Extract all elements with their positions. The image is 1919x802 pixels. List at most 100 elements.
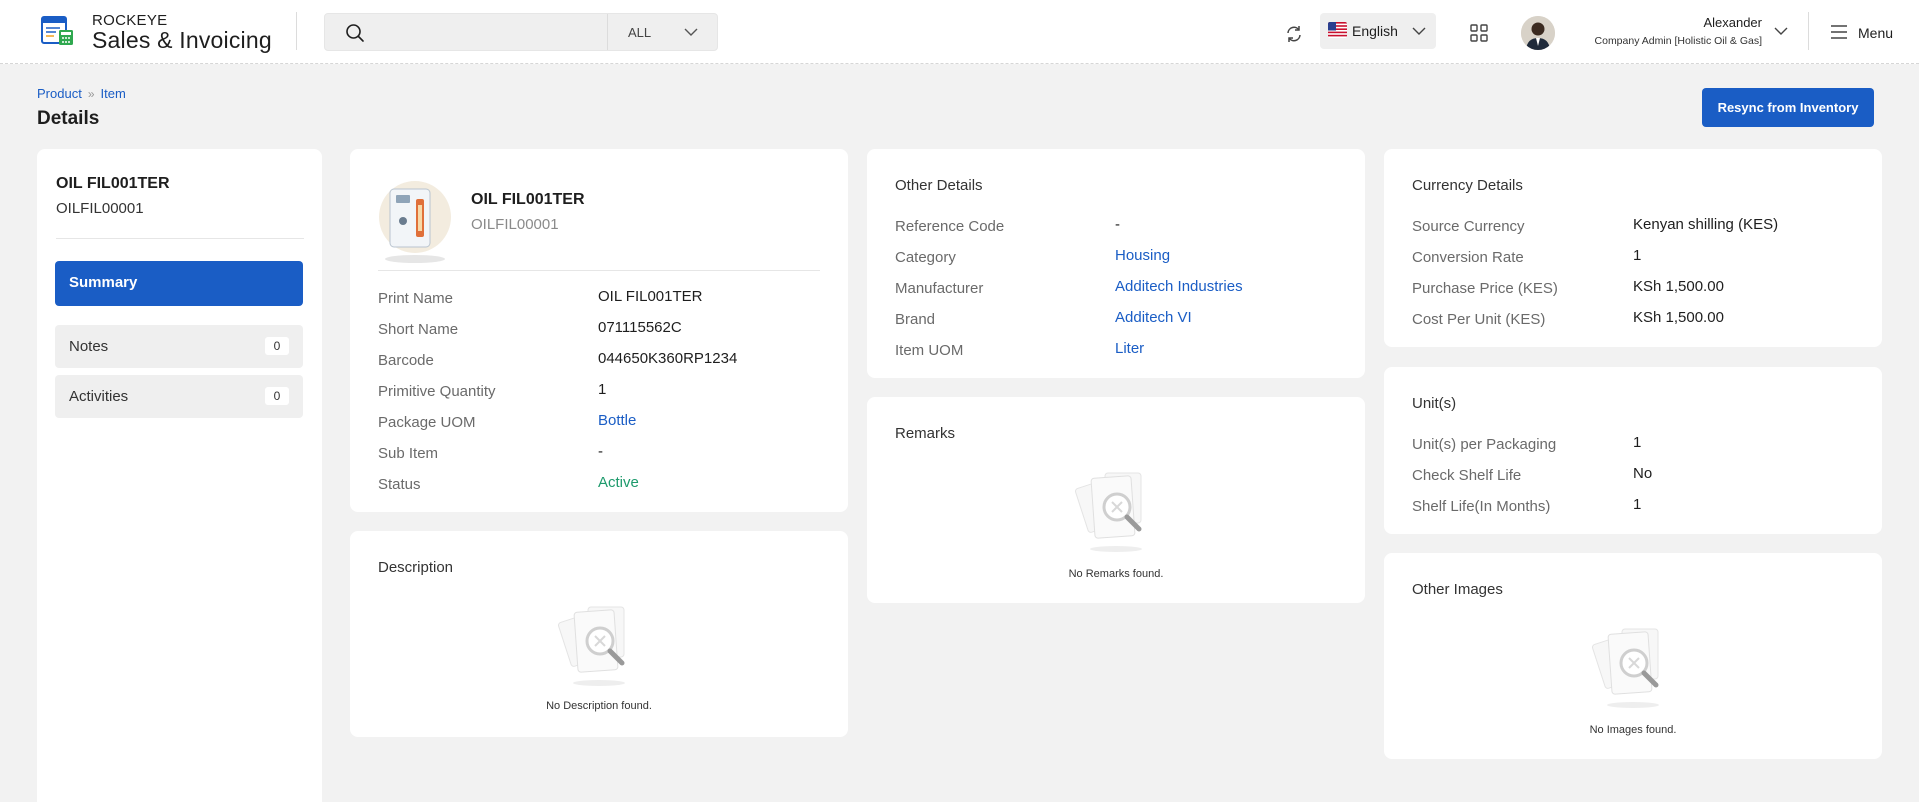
- brand-main-label: Sales & Invoicing: [92, 27, 272, 53]
- conversion-rate-value: 1: [1633, 247, 1642, 264]
- chevron-down-icon: [684, 28, 698, 36]
- item-uom-link[interactable]: Liter: [1115, 340, 1144, 357]
- units-title: Unit(s): [1412, 395, 1457, 412]
- empty-state-icon: [1592, 628, 1659, 708]
- remarks-card: Remarks No Remarks found.: [867, 397, 1365, 603]
- purchase-price-value: KSh 1,500.00: [1633, 278, 1724, 295]
- status-label: Status: [378, 476, 421, 493]
- conversion-rate-label: Conversion Rate: [1412, 249, 1524, 266]
- tab-summary-label: Summary: [69, 274, 138, 291]
- global-search: ALL: [324, 13, 718, 51]
- notes-count-badge: 0: [265, 337, 289, 355]
- user-role: Company Admin [Holistic Oil & Gas]: [1594, 35, 1762, 47]
- empty-state-icon: [1075, 472, 1142, 552]
- print-name-value: OIL FIL001TER: [598, 288, 703, 305]
- other-images-card: Other Images No Images found.: [1384, 553, 1882, 759]
- manufacturer-link[interactable]: Additech Industries: [1115, 278, 1243, 295]
- item-uom-label: Item UOM: [895, 342, 964, 359]
- breadcrumb-item[interactable]: Item: [101, 86, 126, 101]
- item-image: [379, 181, 451, 263]
- item-sidebar-card: OIL FIL001TER OILFIL00001 Summary Notes …: [37, 149, 322, 802]
- short-name-value: 071115562C: [598, 319, 682, 336]
- primitive-quantity-value: 1: [598, 381, 607, 398]
- page-title: Details: [37, 108, 100, 129]
- primitive-quantity-label: Primitive Quantity: [378, 383, 496, 400]
- search-input[interactable]: [375, 14, 625, 50]
- tab-activities[interactable]: Activities 0: [55, 375, 303, 418]
- currency-details-card: Currency Details Source Currency Kenyan …: [1384, 149, 1882, 347]
- units-per-packaging-label: Unit(s) per Packaging: [1412, 436, 1557, 453]
- description-title: Description: [378, 559, 454, 576]
- sidebar-item-name: OIL FIL001TER: [56, 175, 170, 192]
- purchase-price-label: Purchase Price (KES): [1412, 280, 1558, 297]
- sub-item-value: -: [598, 443, 603, 460]
- other-details-title: Other Details: [895, 177, 983, 194]
- item-name: OIL FIL001TER: [471, 191, 585, 208]
- barcode-value: 044650K360RP1234: [598, 350, 738, 367]
- user-name: Alexander: [1703, 15, 1762, 30]
- tab-activities-label: Activities: [69, 388, 129, 405]
- tab-notes[interactable]: Notes 0: [55, 325, 303, 368]
- empty-images-text: No Images found.: [1589, 724, 1677, 736]
- search-icon[interactable]: [345, 23, 365, 43]
- tab-notes-label: Notes: [69, 338, 109, 355]
- source-currency-label: Source Currency: [1412, 218, 1525, 235]
- description-card: Description No Description found.: [350, 531, 848, 737]
- tab-summary[interactable]: Summary: [55, 261, 303, 306]
- category-link[interactable]: Housing: [1115, 247, 1170, 264]
- search-filter-label: ALL: [628, 25, 652, 40]
- source-currency-value: Kenyan shilling (KES): [1633, 216, 1779, 233]
- manufacturer-label: Manufacturer: [895, 280, 984, 297]
- search-filter-dropdown[interactable]: ALL: [607, 14, 719, 50]
- us-flag-icon: [1328, 22, 1347, 38]
- other-images-title: Other Images: [1412, 581, 1503, 598]
- brand-label: Brand: [895, 311, 936, 328]
- app-logo-icon[interactable]: [40, 13, 76, 47]
- other-details-card: Other Details Reference Code - Category …: [867, 149, 1365, 378]
- top-header: ROCKEYE Sales & Invoicing ALL English Al…: [0, 0, 1919, 64]
- apps-grid-icon[interactable]: [1470, 24, 1488, 42]
- breadcrumb-separator-icon: »: [87, 87, 95, 101]
- user-avatar[interactable]: [1521, 16, 1555, 50]
- sidebar-item-code: OILFIL00001: [56, 200, 144, 217]
- short-name-label: Short Name: [378, 321, 459, 338]
- units-per-packaging-value: 1: [1633, 434, 1642, 451]
- package-uom-label: Package UOM: [378, 414, 476, 431]
- header-divider: [1808, 12, 1809, 50]
- shelf-life-label: Shelf Life(In Months): [1412, 498, 1551, 515]
- breadcrumb: Product » Item: [37, 86, 126, 101]
- empty-description-text: No Description found.: [546, 700, 652, 712]
- divider: [56, 238, 304, 239]
- language-label: English: [1352, 23, 1398, 39]
- check-shelf-life-label: Check Shelf Life: [1412, 467, 1522, 484]
- brand-link[interactable]: Additech VI: [1115, 309, 1192, 326]
- divider: [378, 270, 820, 271]
- user-menu-chevron-icon[interactable]: [1774, 25, 1788, 37]
- breadcrumb-product[interactable]: Product: [37, 86, 82, 101]
- chevron-down-icon: [1412, 27, 1426, 35]
- language-selector[interactable]: English: [1320, 13, 1436, 49]
- print-name-label: Print Name: [378, 290, 454, 307]
- empty-remarks-text: No Remarks found.: [1068, 568, 1164, 580]
- reference-code-value: -: [1115, 216, 1120, 233]
- status-badge: Active: [598, 474, 639, 491]
- item-code: OILFIL00001: [471, 216, 559, 233]
- remarks-title: Remarks: [895, 425, 956, 442]
- item-details-card: OIL FIL001TER OILFIL00001 Print Name OIL…: [350, 149, 848, 512]
- barcode-label: Barcode: [378, 352, 434, 369]
- shelf-life-value: 1: [1633, 496, 1642, 513]
- currency-details-title: Currency Details: [1412, 177, 1523, 194]
- category-label: Category: [895, 249, 956, 266]
- cost-per-unit-value: KSh 1,500.00: [1633, 309, 1724, 326]
- package-uom-link[interactable]: Bottle: [598, 412, 636, 429]
- cost-per-unit-label: Cost Per Unit (KES): [1412, 311, 1546, 328]
- check-shelf-life-value: No: [1633, 465, 1653, 482]
- units-card: Unit(s) Unit(s) per Packaging 1 Check Sh…: [1384, 367, 1882, 534]
- sub-item-label: Sub Item: [378, 445, 439, 462]
- sync-icon[interactable]: [1284, 24, 1304, 44]
- resync-inventory-button[interactable]: Resync from Inventory: [1702, 88, 1874, 127]
- activities-count-badge: 0: [265, 387, 289, 405]
- menu-button-label[interactable]: Menu: [1858, 25, 1893, 41]
- empty-state-icon: [558, 606, 625, 686]
- hamburger-menu-icon[interactable]: [1830, 24, 1848, 40]
